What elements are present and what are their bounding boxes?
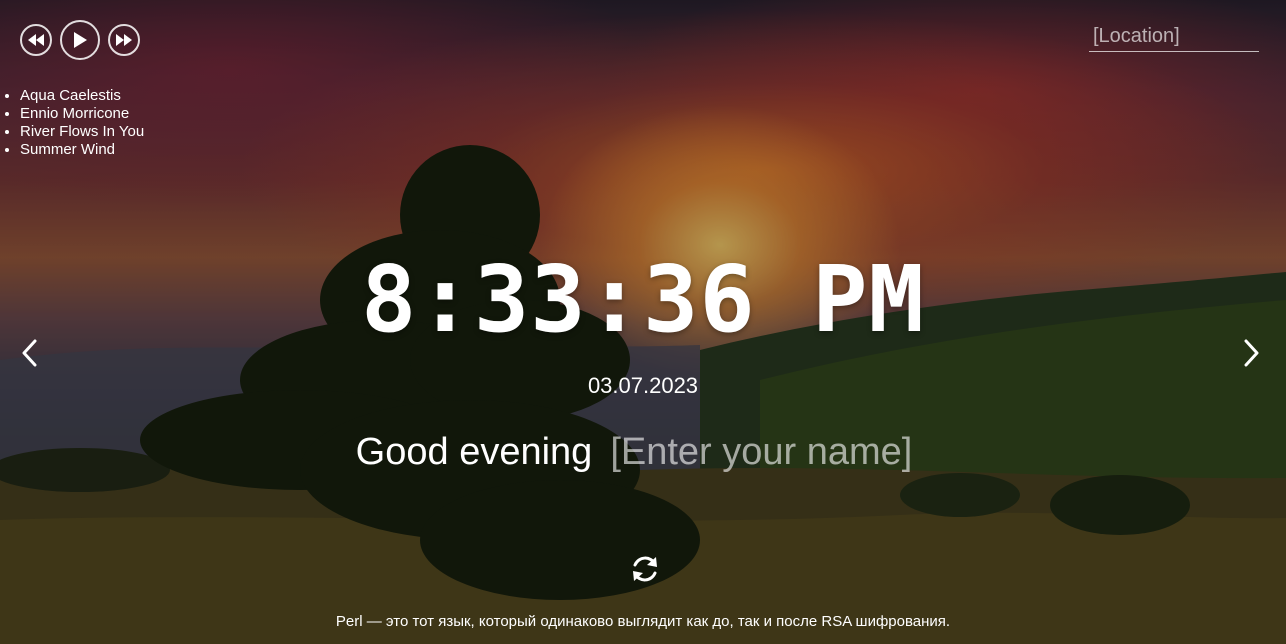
audio-player <box>20 20 140 60</box>
play-next-button[interactable] <box>108 24 140 56</box>
greeting-text: Good evening <box>355 431 593 473</box>
slide-prev-button[interactable] <box>14 338 44 368</box>
momentum-dashboard: Aqua Caelestis Ennio Morricone River Flo… <box>0 0 1286 644</box>
playlist-item[interactable]: Aqua Caelestis <box>20 87 144 105</box>
playlist-item[interactable]: River Flows In You <box>20 123 144 141</box>
playlist-item[interactable]: Summer Wind <box>20 141 144 159</box>
play-icon <box>74 32 87 48</box>
chevron-left-icon <box>22 339 37 367</box>
rewind-icon <box>28 34 44 46</box>
playlist: Aqua Caelestis Ennio Morricone River Flo… <box>0 87 144 159</box>
change-quote-button[interactable] <box>627 551 663 587</box>
time-display: 8:33:36 PM <box>361 246 925 353</box>
date-display: 03.07.2023 <box>587 373 699 398</box>
play-prev-button[interactable] <box>20 24 52 56</box>
greeting-container: Good evening <box>0 428 1286 476</box>
refresh-icon <box>633 556 657 582</box>
location-input[interactable] <box>1089 22 1259 52</box>
play-button[interactable] <box>60 20 100 60</box>
fast-forward-icon <box>116 34 132 46</box>
slide-next-button[interactable] <box>1237 338 1267 368</box>
name-input[interactable] <box>610 428 931 476</box>
chevron-right-icon <box>1244 339 1259 367</box>
playlist-item[interactable]: Ennio Morricone <box>20 105 144 123</box>
quote-text: Perl — это тот язык, который одинаково в… <box>335 613 951 630</box>
